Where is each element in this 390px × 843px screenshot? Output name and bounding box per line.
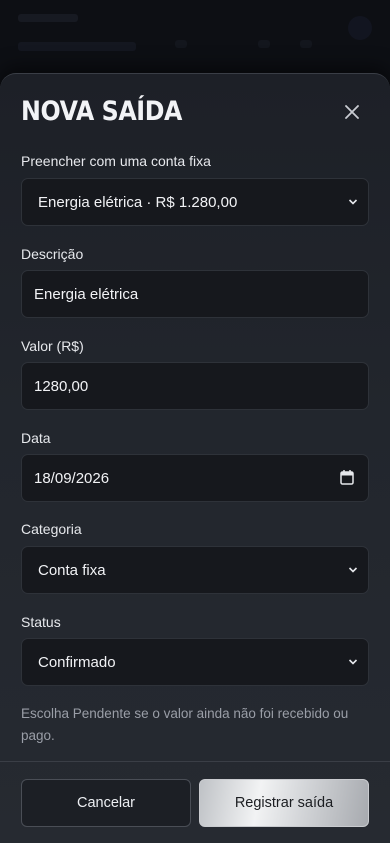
status-select[interactable]: Confirmado — [21, 638, 369, 686]
background-icon — [175, 40, 187, 48]
calendar-icon[interactable] — [340, 469, 354, 485]
description-label: Descrição — [21, 246, 84, 262]
fixed-account-value: Energia elétrica · R$ 1.280,00 — [38, 193, 238, 211]
background-icon — [258, 40, 270, 48]
amount-input[interactable]: 1280,00 — [21, 362, 369, 410]
cancel-button[interactable]: Cancelar — [21, 779, 191, 827]
chevron-down-icon — [348, 199, 358, 205]
date-label: Data — [21, 430, 51, 446]
new-expense-modal: NOVA SAÍDA Preencher com uma conta fixa … — [0, 73, 390, 843]
status-value: Confirmado — [38, 653, 116, 671]
fixed-account-label: Preencher com uma conta fixa — [21, 153, 211, 169]
modal-title: NOVA SAÍDA — [21, 96, 182, 127]
background-title — [18, 14, 78, 22]
category-label: Categoria — [21, 521, 82, 537]
chevron-down-icon — [348, 659, 358, 665]
description-value: Energia elétrica — [34, 285, 139, 303]
description-input[interactable]: Energia elétrica — [21, 270, 369, 318]
background-icon — [300, 40, 312, 48]
date-input[interactable]: 18/09/2026 — [21, 454, 369, 502]
date-value: 18/09/2026 — [34, 469, 110, 487]
status-hint: Escolha Pendente se o valor ainda não fo… — [21, 706, 349, 743]
submit-expense-button[interactable]: Registrar saída — [199, 779, 369, 827]
fixed-account-select[interactable]: Energia elétrica · R$ 1.280,00 — [21, 178, 369, 226]
footer-divider — [0, 761, 390, 762]
close-button[interactable] — [336, 96, 368, 128]
category-value: Conta fixa — [38, 561, 106, 579]
category-select[interactable]: Conta fixa — [21, 546, 369, 594]
background-avatar — [348, 16, 372, 40]
status-label: Status — [21, 614, 61, 630]
amount-value: 1280,00 — [34, 377, 89, 395]
close-icon — [345, 105, 359, 119]
background-subtitle — [18, 42, 136, 51]
chevron-down-icon — [348, 567, 358, 573]
amount-label: Valor (R$) — [21, 338, 84, 354]
